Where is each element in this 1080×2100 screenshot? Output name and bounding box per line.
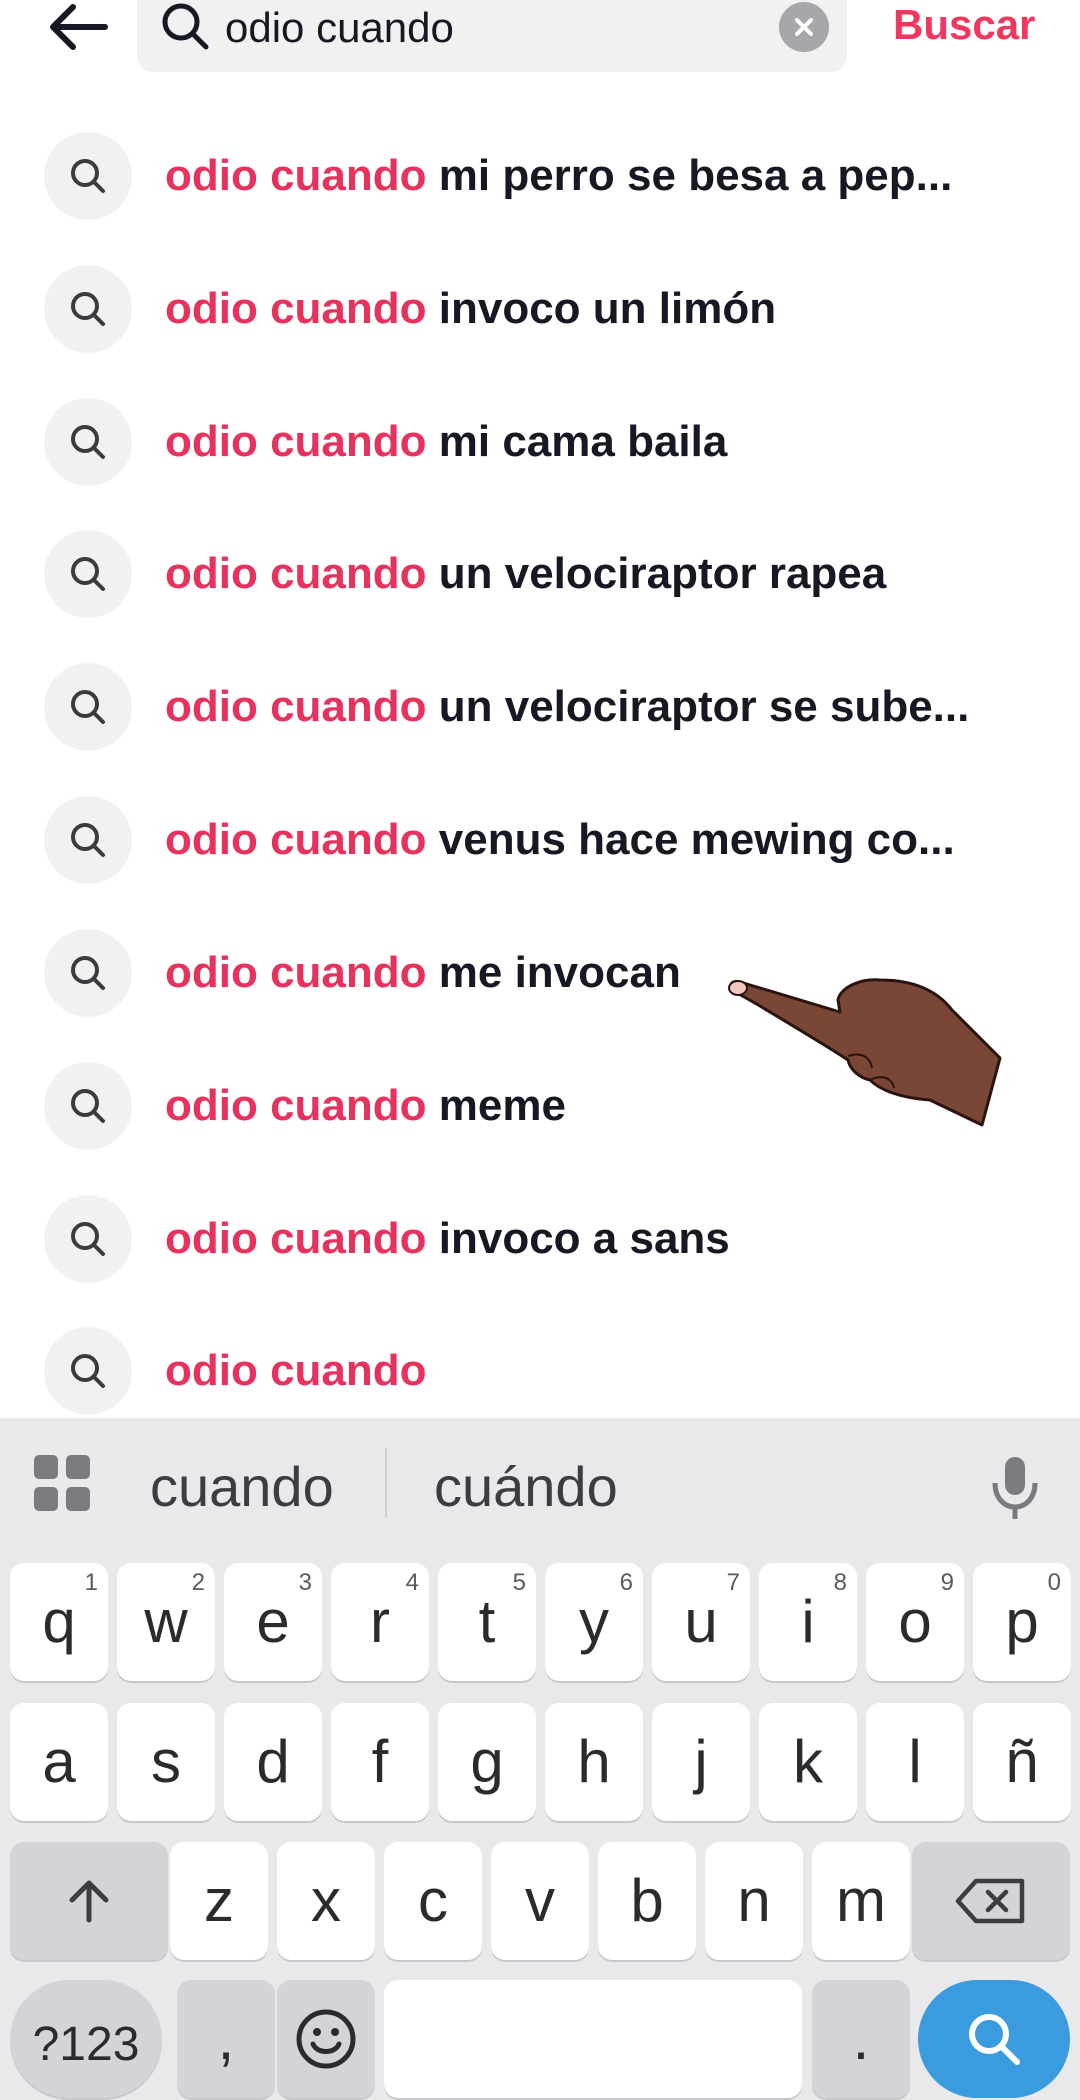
suggestion-item[interactable]: odio cuando invoco a sans bbox=[0, 1173, 1080, 1305]
emoji-key[interactable] bbox=[277, 1980, 375, 2098]
space-key[interactable] bbox=[384, 1980, 802, 2098]
search-icon bbox=[44, 663, 132, 751]
period-key[interactable]: . bbox=[812, 1980, 910, 2098]
suggestion-text: un velociraptor se sube... bbox=[426, 682, 970, 731]
key-v[interactable]: v bbox=[491, 1842, 589, 1960]
suggestion-highlight: odio cuando bbox=[165, 549, 427, 598]
key-b[interactable]: b bbox=[598, 1842, 696, 1960]
search-submit-key[interactable] bbox=[918, 1980, 1070, 2098]
key-a[interactable]: a bbox=[10, 1703, 108, 1821]
suggestion-item[interactable]: odio cuando mi perro se besa a pep... bbox=[0, 110, 1080, 242]
suggestion-text: mi cama baila bbox=[426, 417, 728, 466]
key-r[interactable]: r4 bbox=[331, 1563, 429, 1681]
search-input[interactable]: odio cuando bbox=[137, 0, 847, 72]
backspace-icon bbox=[955, 1878, 1025, 1924]
back-button[interactable] bbox=[38, 0, 118, 62]
search-icon bbox=[44, 530, 132, 618]
search-icon bbox=[44, 132, 132, 220]
search-icon bbox=[969, 2014, 1020, 2065]
key-i[interactable]: i8 bbox=[759, 1563, 857, 1681]
key-d[interactable]: d bbox=[224, 1703, 322, 1821]
pointing-hand-icon bbox=[728, 978, 1002, 1127]
search-icon bbox=[155, 0, 215, 56]
suggestion-text: venus hace mewing co... bbox=[426, 815, 955, 864]
suggestion-highlight: odio cuando bbox=[165, 1346, 427, 1395]
suggestion-highlight: odio cuando bbox=[165, 151, 427, 200]
clear-search-button[interactable] bbox=[779, 2, 829, 52]
suggestion-highlight: odio cuando bbox=[165, 815, 427, 864]
suggestion-text: un velociraptor rapea bbox=[426, 549, 887, 598]
suggestion-highlight: odio cuando bbox=[165, 1081, 427, 1130]
key-k[interactable]: k bbox=[759, 1703, 857, 1821]
shift-arrow-icon bbox=[69, 1880, 109, 1923]
comma-key[interactable]: , bbox=[177, 1980, 275, 2098]
suggestion-item[interactable]: odio cuando venus hace mewing co... bbox=[0, 774, 1080, 906]
key-h[interactable]: h bbox=[545, 1703, 643, 1821]
suggestion-highlight: odio cuando bbox=[165, 682, 427, 731]
search-icon bbox=[44, 398, 132, 486]
search-icon bbox=[44, 1062, 132, 1150]
microphone-icon[interactable] bbox=[985, 1453, 1045, 1523]
keyboard-suggestion-bar: cuando cuándo bbox=[0, 1418, 1080, 1548]
suggestion-item[interactable]: odio cuando un velociraptor rapea bbox=[0, 508, 1080, 640]
suggestion-text: invoco un limón bbox=[426, 284, 777, 333]
suggestion-text: me invocan bbox=[426, 948, 681, 997]
key-g[interactable]: g bbox=[438, 1703, 536, 1821]
search-icon bbox=[44, 265, 132, 353]
word-suggestion[interactable]: cuando bbox=[150, 1454, 334, 1520]
suggestion-text: meme bbox=[426, 1081, 566, 1130]
key-m[interactable]: m bbox=[812, 1842, 910, 1960]
key-y[interactable]: y6 bbox=[545, 1563, 643, 1681]
divider bbox=[385, 1448, 387, 1518]
word-suggestion[interactable]: cuándo bbox=[434, 1454, 618, 1520]
close-icon bbox=[795, 18, 813, 36]
key-f[interactable]: f bbox=[331, 1703, 429, 1821]
symbols-key[interactable]: ?123 bbox=[10, 1980, 162, 2098]
key-w[interactable]: w2 bbox=[117, 1563, 215, 1681]
suggestion-text: invoco a sans bbox=[426, 1214, 730, 1263]
shift-key[interactable] bbox=[10, 1842, 168, 1960]
key-e[interactable]: e3 bbox=[224, 1563, 322, 1681]
key-n[interactable]: n bbox=[705, 1842, 803, 1960]
key-n-tilde[interactable]: ñ bbox=[973, 1703, 1071, 1821]
back-arrow-icon bbox=[50, 4, 108, 50]
suggestion-item[interactable]: odio cuando mi cama baila bbox=[0, 376, 1080, 508]
apps-grid-icon[interactable] bbox=[32, 1453, 92, 1513]
suggestion-item[interactable]: odio cuando un velociraptor se sube... bbox=[0, 641, 1080, 773]
suggestion-text: mi perro se besa a pep... bbox=[426, 151, 953, 200]
emoji-icon bbox=[296, 2009, 356, 2069]
key-t[interactable]: t5 bbox=[438, 1563, 536, 1681]
suggestion-highlight: odio cuando bbox=[165, 1214, 427, 1263]
key-q[interactable]: q1 bbox=[10, 1563, 108, 1681]
suggestion-highlight: odio cuando bbox=[165, 284, 427, 333]
search-header: odio cuando Buscar bbox=[0, 0, 1080, 110]
on-screen-keyboard: cuando cuándo q1 w2 e3 r4 t5 y6 u7 i8 o9… bbox=[0, 1418, 1080, 2100]
search-submit-button[interactable]: Buscar bbox=[893, 0, 1035, 50]
suggestion-highlight: odio cuando bbox=[165, 948, 427, 997]
backspace-key[interactable] bbox=[912, 1842, 1070, 1960]
search-icon bbox=[44, 1327, 132, 1415]
key-u[interactable]: u7 bbox=[652, 1563, 750, 1681]
search-query-text[interactable]: odio cuando bbox=[225, 2, 454, 54]
key-l[interactable]: l bbox=[866, 1703, 964, 1821]
suggestion-highlight: odio cuando bbox=[165, 417, 427, 466]
search-icon bbox=[44, 796, 132, 884]
key-p[interactable]: p0 bbox=[973, 1563, 1071, 1681]
suggestion-item[interactable]: odio cuando invoco un limón bbox=[0, 243, 1080, 375]
key-x[interactable]: x bbox=[277, 1842, 375, 1960]
key-s[interactable]: s bbox=[117, 1703, 215, 1821]
key-j[interactable]: j bbox=[652, 1703, 750, 1821]
search-icon bbox=[44, 1195, 132, 1283]
key-o[interactable]: o9 bbox=[866, 1563, 964, 1681]
key-c[interactable]: c bbox=[384, 1842, 482, 1960]
search-icon bbox=[44, 929, 132, 1017]
key-z[interactable]: z bbox=[170, 1842, 268, 1960]
